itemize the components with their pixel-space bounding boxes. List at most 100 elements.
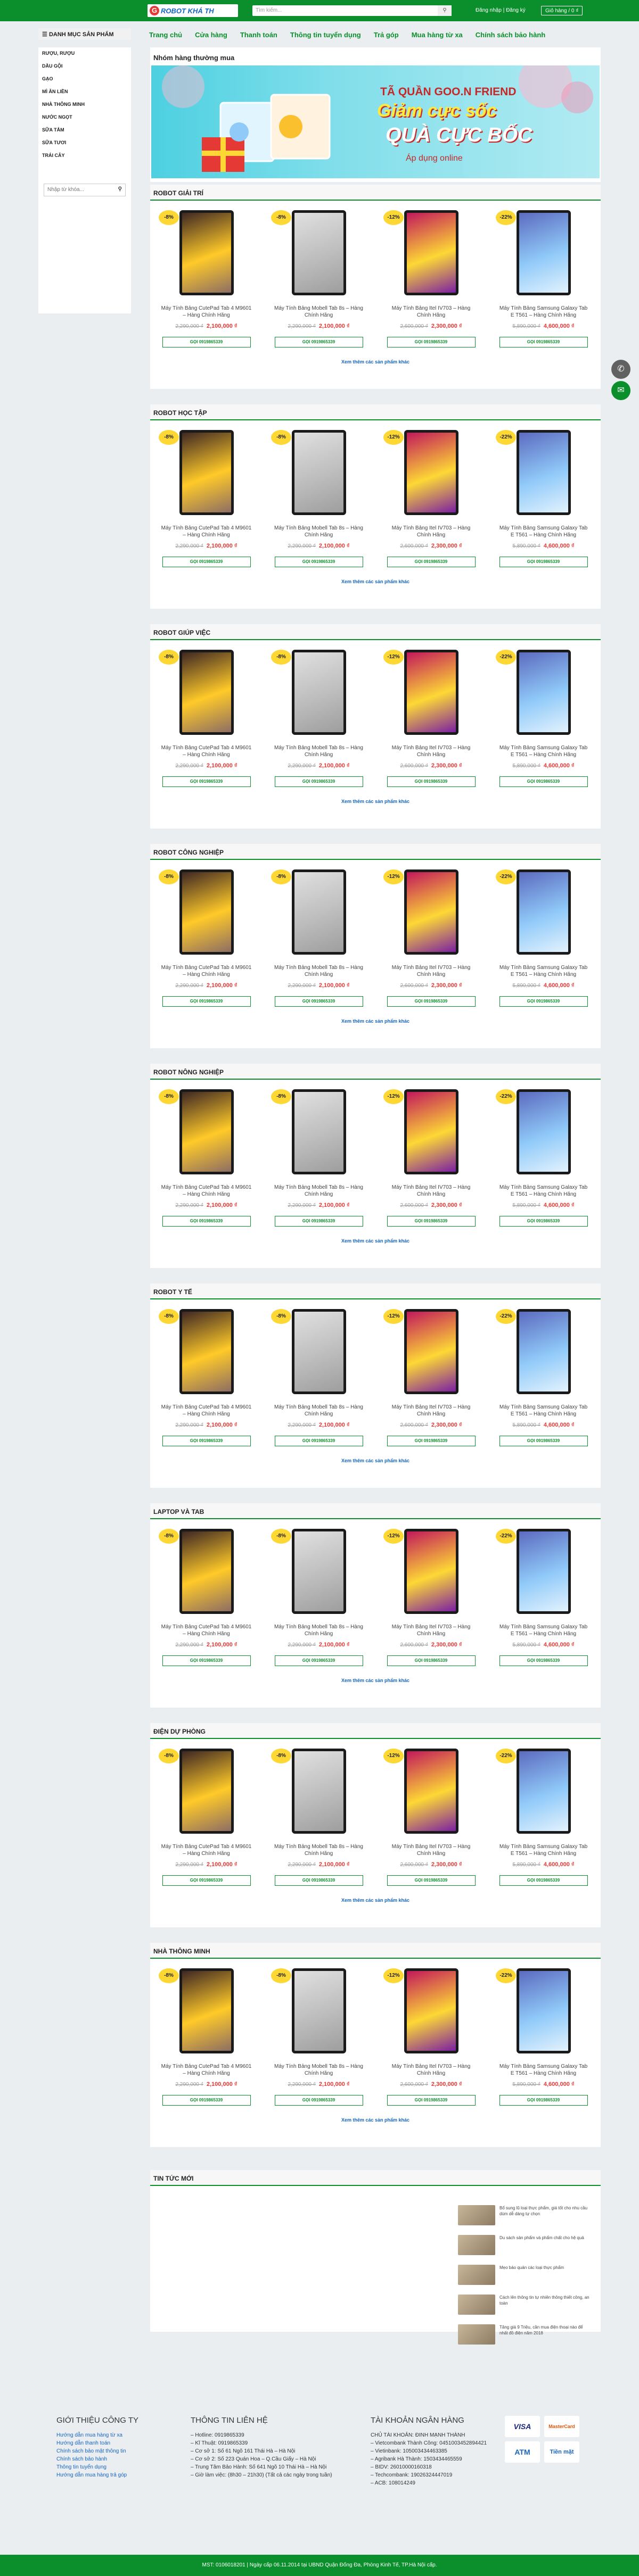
product-name[interactable]: Máy Tính Bảng Itel IV703 – Hàng Chính Hã… — [375, 1184, 487, 1198]
product-card[interactable]: -22% Máy Tính Bảng Samsung Galaxy Tab E … — [487, 430, 600, 567]
product-image[interactable] — [516, 1309, 571, 1394]
product-card[interactable]: -8% Máy Tính Bảng Mobell Tab 8s – Hàng C… — [263, 869, 375, 1007]
view-more-link[interactable]: Xem thêm các sản phẩm khác — [150, 1678, 601, 1683]
nav-link-installment[interactable]: Trả góp — [374, 31, 399, 39]
product-name[interactable]: Máy Tính Bảng Itel IV703 – Hàng Chính Hã… — [375, 525, 487, 539]
call-button[interactable]: GỌI 0919865339 — [274, 557, 363, 567]
product-image[interactable] — [179, 210, 234, 295]
product-name[interactable]: Máy Tính Bảng Mobell Tab 8s – Hàng Chính… — [263, 1624, 375, 1637]
news-item-title[interactable]: Tăng giá 9 Triệu, cần mua điện thoại nào… — [499, 2324, 591, 2347]
product-image[interactable] — [179, 650, 234, 735]
product-image[interactable] — [179, 1309, 234, 1394]
product-name[interactable]: Máy Tính Bảng Mobell Tab 8s – Hàng Chính… — [263, 525, 375, 539]
footer-link[interactable]: Hướng dẫn mua hàng từ xa — [56, 2431, 195, 2439]
view-more-link[interactable]: Xem thêm các sản phẩm khác — [150, 1898, 601, 1903]
product-name[interactable]: Máy Tính Bảng Itel IV703 – Hàng Chính Hã… — [375, 2063, 487, 2077]
footer-link[interactable]: Thông tin tuyển dụng — [56, 2463, 195, 2471]
sidebar-item[interactable]: MÌ ĂN LIỀN — [38, 86, 131, 99]
product-name[interactable]: Máy Tính Bảng Samsung Galaxy Tab E T561 … — [487, 1404, 600, 1418]
product-image[interactable] — [291, 1529, 346, 1614]
call-button[interactable]: GỌI 0919865339 — [387, 2095, 476, 2106]
product-name[interactable]: Máy Tính Bảng Itel IV703 – Hàng Chính Hã… — [375, 1404, 487, 1418]
product-card[interactable]: -8% Máy Tính Bảng CutePad Tab 4 M9601 – … — [150, 650, 263, 787]
product-name[interactable]: Máy Tính Bảng CutePad Tab 4 M9601 – Hàng… — [150, 1404, 263, 1418]
product-card[interactable]: -8% Máy Tính Bảng CutePad Tab 4 M9601 – … — [150, 1089, 263, 1227]
product-image[interactable] — [404, 869, 458, 955]
sidebar-search-input[interactable]: Nhập từ khóa... ⚲ — [44, 184, 126, 196]
call-button[interactable]: GỌI 0919865339 — [274, 1216, 363, 1227]
news-item[interactable]: Mẹo bảo quản các loại thực phẩm — [458, 2265, 591, 2287]
product-name[interactable]: Máy Tính Bảng Mobell Tab 8s – Hàng Chính… — [263, 305, 375, 319]
footer-link[interactable]: Chính sách bảo hành — [56, 2455, 195, 2463]
product-image[interactable] — [179, 1749, 234, 1834]
news-item[interactable]: Cách lên thông tin tự nhiên thông thiết … — [458, 2295, 591, 2317]
product-name[interactable]: Máy Tính Bảng CutePad Tab 4 M9601 – Hàng… — [150, 1184, 263, 1198]
call-button[interactable]: GỌI 0919865339 — [274, 1436, 363, 1446]
product-image[interactable] — [291, 1309, 346, 1394]
product-card[interactable]: -12% Máy Tính Bảng Itel IV703 – Hàng Chí… — [375, 650, 487, 787]
product-name[interactable]: Máy Tính Bảng Samsung Galaxy Tab E T561 … — [487, 1184, 600, 1198]
product-card[interactable]: -12% Máy Tính Bảng Itel IV703 – Hàng Chí… — [375, 869, 487, 1007]
section-title[interactable]: ROBOT Y TẾ — [150, 1283, 601, 1299]
product-card[interactable]: -8% Máy Tính Bảng Mobell Tab 8s – Hàng C… — [263, 210, 375, 347]
product-image[interactable] — [516, 1968, 571, 2053]
call-button[interactable]: GỌI 0919865339 — [499, 1436, 588, 1446]
call-button[interactable]: GỌI 0919865339 — [162, 2095, 251, 2106]
product-name[interactable]: Máy Tính Bảng CutePad Tab 4 M9601 – Hàng… — [150, 964, 263, 978]
call-button[interactable]: GỌI 0919865339 — [162, 1655, 251, 1666]
news-item[interactable]: Bổ sung lũ loại thực phẩm, giá tốt cho n… — [458, 2205, 591, 2227]
product-name[interactable]: Máy Tính Bảng Itel IV703 – Hàng Chính Hã… — [375, 1843, 487, 1857]
product-card[interactable]: -22% Máy Tính Bảng Samsung Galaxy Tab E … — [487, 1749, 600, 1886]
call-button[interactable]: GỌI 0919865339 — [499, 1655, 588, 1666]
sidebar-item[interactable]: DẦU GỘI — [38, 61, 131, 73]
product-name[interactable]: Máy Tính Bảng CutePad Tab 4 M9601 – Hàng… — [150, 744, 263, 758]
product-card[interactable]: -8% Máy Tính Bảng CutePad Tab 4 M9601 – … — [150, 1968, 263, 2106]
product-card[interactable]: -8% Máy Tính Bảng CutePad Tab 4 M9601 – … — [150, 210, 263, 347]
call-button[interactable]: GỌI 0919865339 — [499, 996, 588, 1007]
product-name[interactable]: Máy Tính Bảng Samsung Galaxy Tab E T561 … — [487, 2063, 600, 2077]
call-button[interactable]: GỌI 0919865339 — [387, 1655, 476, 1666]
product-card[interactable]: -22% Máy Tính Bảng Samsung Galaxy Tab E … — [487, 650, 600, 787]
view-more-link[interactable]: Xem thêm các sản phẩm khác — [150, 579, 601, 584]
phone-float-icon[interactable]: ✆ — [611, 360, 630, 379]
product-image[interactable] — [404, 210, 458, 295]
product-image[interactable] — [516, 1529, 571, 1614]
product-card[interactable]: -12% Máy Tính Bảng Itel IV703 – Hàng Chí… — [375, 210, 487, 347]
product-image[interactable] — [516, 1749, 571, 1834]
product-image[interactable] — [179, 430, 234, 515]
footer-link[interactable]: Hướng dẫn thanh toán — [56, 2439, 195, 2447]
product-image[interactable] — [404, 1529, 458, 1614]
call-button[interactable]: GỌI 0919865339 — [162, 1875, 251, 1886]
call-button[interactable]: GỌI 0919865339 — [387, 337, 476, 347]
product-card[interactable]: -12% Máy Tính Bảng Itel IV703 – Hàng Chí… — [375, 1529, 487, 1666]
product-card[interactable]: -12% Máy Tính Bảng Itel IV703 – Hàng Chí… — [375, 1968, 487, 2106]
news-item-title[interactable]: Bổ sung lũ loại thực phẩm, giá tốt cho n… — [499, 2205, 591, 2227]
call-button[interactable]: GỌI 0919865339 — [387, 1436, 476, 1446]
sidebar-item[interactable]: NƯỚC NGỌT — [38, 112, 131, 125]
call-button[interactable]: GỌI 0919865339 — [274, 2095, 363, 2106]
product-card[interactable]: -12% Máy Tính Bảng Itel IV703 – Hàng Chí… — [375, 430, 487, 567]
product-card[interactable]: -8% Máy Tính Bảng Mobell Tab 8s – Hàng C… — [263, 1089, 375, 1227]
product-name[interactable]: Máy Tính Bảng Mobell Tab 8s – Hàng Chính… — [263, 1843, 375, 1857]
call-button[interactable]: GỌI 0919865339 — [274, 1875, 363, 1886]
call-button[interactable]: GỌI 0919865339 — [499, 557, 588, 567]
section-title[interactable]: ROBOT HỌC TẬP — [150, 404, 601, 420]
call-button[interactable]: GỌI 0919865339 — [162, 776, 251, 787]
product-image[interactable] — [516, 430, 571, 515]
view-more-link[interactable]: Xem thêm các sản phẩm khác — [150, 359, 601, 365]
sidebar-item[interactable]: NHÀ THÔNG MINH — [38, 99, 131, 112]
view-more-link[interactable]: Xem thêm các sản phẩm khác — [150, 2117, 601, 2123]
news-item-title[interactable]: Mẹo bảo quản các loại thực phẩm — [499, 2265, 564, 2287]
sidebar-item[interactable]: RƯỢU, RƯỢU — [38, 48, 131, 61]
product-image[interactable] — [179, 1089, 234, 1174]
product-card[interactable]: -22% Máy Tính Bảng Samsung Galaxy Tab E … — [487, 1529, 600, 1666]
call-button[interactable]: GỌI 0919865339 — [387, 996, 476, 1007]
product-card[interactable]: -8% Máy Tính Bảng Mobell Tab 8s – Hàng C… — [263, 430, 375, 567]
product-name[interactable]: Máy Tính Bảng Samsung Galaxy Tab E T561 … — [487, 744, 600, 758]
product-card[interactable]: -22% Máy Tính Bảng Samsung Galaxy Tab E … — [487, 210, 600, 347]
product-name[interactable]: Máy Tính Bảng CutePad Tab 4 M9601 – Hàng… — [150, 305, 263, 319]
account-links[interactable]: Đăng nhập | Đăng ký — [476, 7, 526, 13]
product-name[interactable]: Máy Tính Bảng Mobell Tab 8s – Hàng Chính… — [263, 744, 375, 758]
cart-button[interactable]: Giỏ hàng / 0 ₫ — [541, 6, 583, 15]
product-name[interactable]: Máy Tính Bảng CutePad Tab 4 M9601 – Hàng… — [150, 525, 263, 539]
